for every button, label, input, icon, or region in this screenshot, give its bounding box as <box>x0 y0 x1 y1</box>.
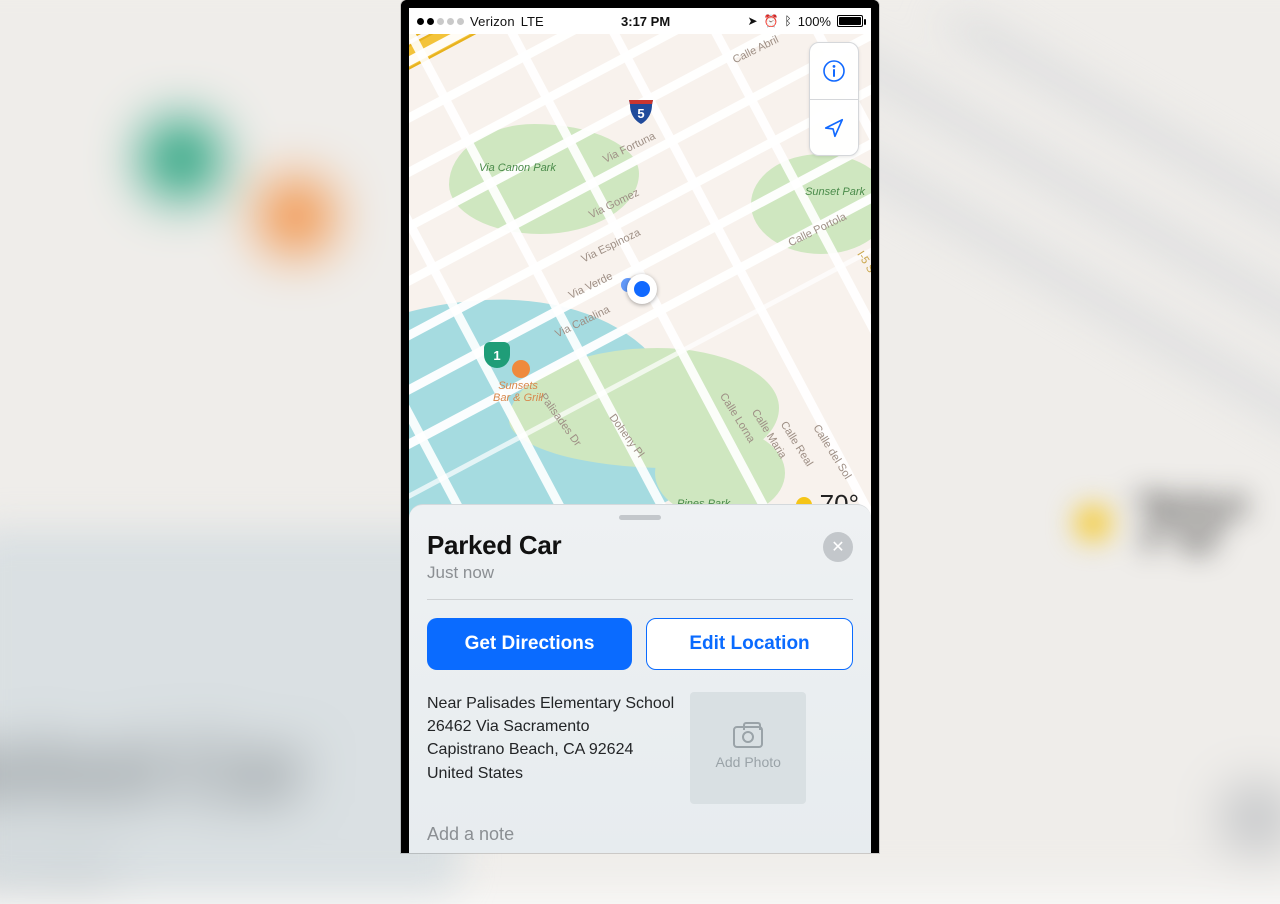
address-near: Near Palisades Elementary School <box>427 692 674 715</box>
svg-text:5: 5 <box>637 106 644 121</box>
background-card <box>0 529 460 893</box>
address-street: 26462 Via Sacramento <box>427 715 674 738</box>
status-bar: Verizon LTE 3:17 PM ➤ ⏰ ᛒ 100% <box>409 8 871 34</box>
battery-percent: 100% <box>798 14 831 29</box>
background-streets <box>840 20 1280 540</box>
signal-strength <box>417 18 464 25</box>
get-directions-button[interactable]: Get Directions <box>427 618 632 670</box>
map-canvas[interactable]: Via Canon Park Sunset Park Pines Park Vi… <box>409 34 871 528</box>
state-route-shield-icon: 1 <box>484 342 510 368</box>
sheet-subtitle: Just now <box>427 563 561 583</box>
carrier-label: Verizon <box>470 14 515 29</box>
poi-icon <box>512 360 530 378</box>
clock: 3:17 PM <box>621 14 670 29</box>
info-button[interactable] <box>810 43 858 99</box>
interstate-shield-icon: 5 <box>627 96 655 126</box>
park-label: Via Canon Park <box>479 162 556 174</box>
add-note-field[interactable]: Add a note <box>427 824 853 845</box>
map-controls <box>809 42 859 156</box>
bottom-sheet[interactable]: Parked Car Just now ✕ Get Directions Edi… <box>409 504 871 853</box>
park-label: Sunset Park <box>805 186 865 198</box>
sheet-grabber[interactable] <box>619 515 661 520</box>
alarm-icon: ⏰ <box>764 14 779 28</box>
camera-icon <box>733 726 763 748</box>
background-weather: 70° <box>1076 478 1250 569</box>
location-arrow-icon: ➤ <box>748 14 758 28</box>
address-country: United States <box>427 762 674 785</box>
sheet-title: Parked Car <box>427 530 561 561</box>
info-icon <box>822 59 846 83</box>
bluetooth-icon: ᛒ <box>785 14 792 28</box>
divider <box>427 599 853 600</box>
add-photo-button[interactable]: Add Photo <box>690 692 806 804</box>
locate-arrow-icon <box>823 117 845 139</box>
close-button[interactable]: ✕ <box>823 532 853 562</box>
edit-location-button[interactable]: Edit Location <box>646 618 853 670</box>
phone-frame: Verizon LTE 3:17 PM ➤ ⏰ ᛒ 100% Via <box>401 0 879 853</box>
address-city: Capistrano Beach, CA 92624 <box>427 738 674 761</box>
network-label: LTE <box>521 14 544 29</box>
address-block: Near Palisades Elementary School 26462 V… <box>427 692 674 785</box>
user-location-dot <box>627 274 657 304</box>
battery-icon <box>837 15 863 27</box>
locate-button[interactable] <box>810 99 858 155</box>
close-icon: ✕ <box>831 537 844 557</box>
add-photo-label: Add Photo <box>716 754 781 770</box>
poi-label: SunsetsBar & Grill <box>493 380 543 404</box>
